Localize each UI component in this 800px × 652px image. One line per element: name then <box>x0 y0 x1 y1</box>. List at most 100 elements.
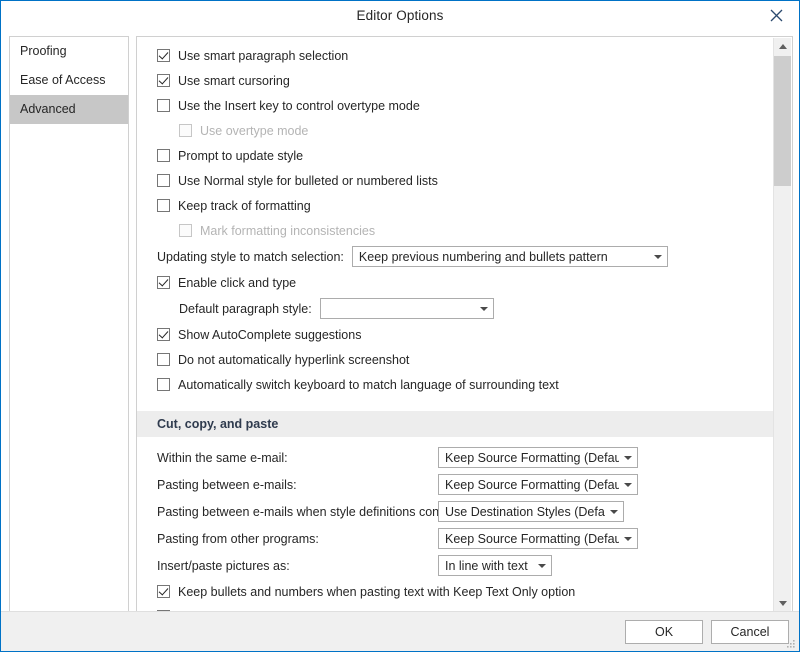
editor-options-dialog: Editor Options Proofing Ease of Access A… <box>0 0 800 652</box>
insert-paste-pictures-value: In line with text <box>445 558 528 573</box>
paste-other-programs-row: Pasting from other programs: Keep Source… <box>137 525 773 552</box>
chevron-down-icon <box>475 306 493 311</box>
paste-between-emails-row: Pasting between e-mails: Keep Source For… <box>137 471 773 498</box>
paste-other-programs-select[interactable]: Keep Source Formatting (Default) <box>438 528 638 549</box>
option-label: Enable click and type <box>178 275 297 290</box>
checkbox[interactable] <box>157 74 170 87</box>
checkbox[interactable] <box>157 328 170 341</box>
sidebar-item-proofing[interactable]: Proofing <box>10 37 128 66</box>
option-label: Use the Insert key to control overtype m… <box>178 98 420 113</box>
scroll-up-button[interactable] <box>774 38 791 55</box>
sidebar-item-label: Ease of Access <box>20 73 106 87</box>
option-label: Keep track of formatting <box>178 198 311 213</box>
checkbox[interactable] <box>157 276 170 289</box>
cancel-button[interactable]: Cancel <box>711 619 789 644</box>
updating-style-row: Updating style to match selection: Keep … <box>137 243 773 270</box>
option-enable-click-and-type[interactable]: Enable click and type <box>137 270 773 295</box>
sidebar-item-ease-of-access[interactable]: Ease of Access <box>10 66 128 95</box>
updating-style-select[interactable]: Keep previous numbering and bullets patt… <box>351 246 668 267</box>
checkbox[interactable] <box>157 378 170 391</box>
scroll-down-arrow-icon <box>778 601 787 606</box>
option-do-not-auto-hyperlink-screenshot[interactable]: Do not automatically hyperlink screensho… <box>137 347 773 372</box>
option-use-smart-paragraph-selection[interactable]: Use smart paragraph selection <box>137 43 773 68</box>
paste-within-same-email-label: Within the same e-mail: <box>157 450 288 465</box>
chevron-down-icon <box>619 455 637 460</box>
page-title: Editor Options <box>356 8 444 23</box>
scrollbar-thumb[interactable] <box>774 56 791 186</box>
scroll-up-arrow-icon <box>778 44 787 49</box>
section-header-cut-copy-paste: Cut, copy, and paste <box>137 411 773 437</box>
paste-other-programs-label: Pasting from other programs: <box>157 531 319 546</box>
default-paragraph-style-label: Default paragraph style: <box>179 301 312 316</box>
option-label: Mark formatting inconsistencies <box>200 223 376 238</box>
insert-paste-pictures-label: Insert/paste pictures as: <box>157 558 290 573</box>
option-label: Use smart cursoring <box>178 73 290 88</box>
paste-style-conflict-row: Pasting between e-mails when style defin… <box>137 498 773 525</box>
checkbox[interactable] <box>157 99 170 112</box>
updating-style-label: Updating style to match selection: <box>157 249 344 264</box>
sidebar-item-advanced[interactable]: Advanced <box>10 95 128 124</box>
default-paragraph-style-row: Default paragraph style: <box>137 295 773 322</box>
insert-paste-pictures-select[interactable]: In line with text <box>438 555 552 576</box>
paste-style-conflict-select[interactable]: Use Destination Styles (Default) <box>438 501 624 522</box>
paste-between-emails-value: Keep Source Formatting (Default) <box>445 477 619 492</box>
checkbox[interactable] <box>157 149 170 162</box>
option-label: Prompt to update style <box>178 148 304 163</box>
paste-style-conflict-label: Pasting between e-mails when style defin… <box>157 504 462 519</box>
chevron-down-icon <box>619 536 637 541</box>
option-keep-bullets-and-numbers[interactable]: Keep bullets and numbers when pasting te… <box>137 579 773 604</box>
option-show-autocomplete-suggestions[interactable]: Show AutoComplete suggestions <box>137 322 773 347</box>
options-panel: Use smart paragraph selection Use smart … <box>136 36 793 614</box>
chevron-down-icon <box>649 254 667 259</box>
option-auto-switch-keyboard[interactable]: Automatically switch keyboard to match l… <box>137 372 773 397</box>
option-use-overtype-mode: Use overtype mode <box>137 118 773 143</box>
close-icon <box>770 9 783 22</box>
paste-within-same-email-select[interactable]: Keep Source Formatting (Default) <box>438 447 638 468</box>
dialog-footer: OK Cancel <box>1 611 799 651</box>
paste-between-emails-select[interactable]: Keep Source Formatting (Default) <box>438 474 638 495</box>
resize-grip-icon[interactable] <box>786 638 796 648</box>
option-mark-formatting-inconsistencies: Mark formatting inconsistencies <box>137 218 773 243</box>
option-use-smart-cursoring[interactable]: Use smart cursoring <box>137 68 773 93</box>
checkbox <box>179 224 192 237</box>
paste-other-programs-value: Keep Source Formatting (Default) <box>445 531 619 546</box>
option-label: Automatically switch keyboard to match l… <box>178 377 559 392</box>
options-scroll-area: Use smart paragraph selection Use smart … <box>137 37 773 613</box>
option-keep-track-of-formatting[interactable]: Keep track of formatting <box>137 193 773 218</box>
option-label: Show AutoComplete suggestions <box>178 327 362 342</box>
checkbox[interactable] <box>157 353 170 366</box>
ok-button[interactable]: OK <box>625 619 703 644</box>
checkbox[interactable] <box>157 49 170 62</box>
option-label: Use overtype mode <box>200 123 309 138</box>
chevron-down-icon <box>605 509 623 514</box>
option-label: Do not automatically hyperlink screensho… <box>178 352 410 367</box>
option-use-insert-key-overtype[interactable]: Use the Insert key to control overtype m… <box>137 93 773 118</box>
sidebar-item-label: Advanced <box>20 102 76 116</box>
option-label: Use Normal style for bulleted or numbere… <box>178 173 438 188</box>
checkbox[interactable] <box>157 199 170 212</box>
dialog-body: Proofing Ease of Access Advanced Use sma… <box>1 30 799 614</box>
category-list: Proofing Ease of Access Advanced <box>9 36 129 614</box>
chevron-down-icon <box>619 482 637 487</box>
paste-between-emails-label: Pasting between e-mails: <box>157 477 297 492</box>
chevron-down-icon <box>533 563 551 568</box>
option-prompt-to-update-style[interactable]: Prompt to update style <box>137 143 773 168</box>
checkbox <box>179 124 192 137</box>
checkbox[interactable] <box>157 585 170 598</box>
insert-paste-pictures-row: Insert/paste pictures as: In line with t… <box>137 552 773 579</box>
close-button[interactable] <box>753 1 799 30</box>
sidebar-item-label: Proofing <box>20 44 67 58</box>
vertical-scrollbar[interactable] <box>773 38 791 612</box>
paste-within-same-email-value: Keep Source Formatting (Default) <box>445 450 619 465</box>
paste-within-same-email-row: Within the same e-mail: Keep Source Form… <box>137 444 773 471</box>
updating-style-value: Keep previous numbering and bullets patt… <box>358 249 608 264</box>
option-label: Use smart paragraph selection <box>178 48 349 63</box>
scroll-down-button[interactable] <box>774 595 791 612</box>
option-label: Keep bullets and numbers when pasting te… <box>178 584 576 599</box>
default-paragraph-style-select[interactable] <box>319 298 494 319</box>
title-bar: Editor Options <box>1 1 799 30</box>
section-header-label: Cut, copy, and paste <box>157 417 279 431</box>
checkbox[interactable] <box>157 174 170 187</box>
paste-style-conflict-value: Use Destination Styles (Default) <box>445 504 605 519</box>
option-use-normal-style-lists[interactable]: Use Normal style for bulleted or numbere… <box>137 168 773 193</box>
